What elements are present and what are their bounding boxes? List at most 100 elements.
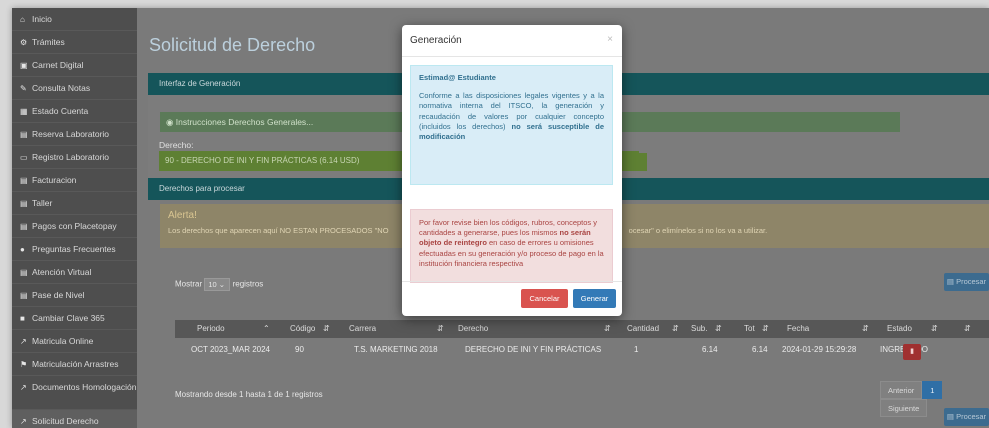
page-title: Solicitud de Derecho <box>149 35 316 55</box>
delete-button[interactable]: ▮ <box>903 344 921 360</box>
sidebar-item-label: Taller <box>32 198 53 208</box>
sort-icon: ⇵ <box>604 324 611 333</box>
derecho-label: Derecho: <box>159 140 194 150</box>
menu-icon: ▤ <box>20 176 28 185</box>
sidebar-item[interactable]: ⌂ Inicio <box>12 8 137 31</box>
info-text: Conforme a las disposiciones legales vig… <box>419 91 604 142</box>
sidebar-item[interactable]: ▤ Facturacion <box>12 169 137 192</box>
sidebar-item-label: Pase de Nivel <box>32 290 85 300</box>
col-fecha[interactable]: Fecha <box>787 320 809 338</box>
alert-message-start: Los derechos que aparecen aquí NO ESTAN … <box>168 226 389 235</box>
col-derecho[interactable]: Derecho <box>458 320 488 338</box>
sidebar-item-label: Inicio <box>32 14 52 24</box>
info-heading: Estimad@ Estudiante <box>419 73 496 82</box>
pager-current[interactable]: 1 <box>922 381 943 399</box>
sidebar-item-label: Matricula Online <box>32 336 94 346</box>
col-sub[interactable]: Sub. <box>691 320 707 338</box>
sidebar-item[interactable]: ✎ Consulta Notas <box>12 77 137 100</box>
sidebar-item-label: Consulta Notas <box>32 83 91 93</box>
menu-icon: ▣ <box>20 61 28 70</box>
menu-icon: ↗ <box>20 417 27 426</box>
table-header: Periodo ⌃ Código ⇵ Carrera ⇵ Derecho ⇵ C… <box>175 320 989 338</box>
menu-icon: ▤ <box>20 199 28 208</box>
sidebar-item-label: Documentos Homologación <box>32 382 137 392</box>
sidebar-item-label: Facturacion <box>32 175 77 185</box>
sidebar-item[interactable]: ↗ Matricula Online <box>12 330 137 353</box>
sidebar-item[interactable]: ▣ Carnet Digital <box>12 54 137 77</box>
menu-icon: ▤ <box>20 222 28 231</box>
sidebar-item[interactable]: ● Preguntas Frecuentes <box>12 238 137 261</box>
generation-modal: Generación × Estimad@ Estudiante Conform… <box>402 25 622 316</box>
sidebar-item[interactable]: ↗ Documentos Homologación <box>12 376 137 410</box>
menu-icon: ▤ <box>20 130 28 139</box>
info-circle-icon: ◉ <box>166 117 176 127</box>
menu-icon: ▤ <box>20 268 28 277</box>
cell-carrera: T.S. MARKETING 2018 <box>354 345 438 354</box>
info-notice: Estimad@ Estudiante Conforme a las dispo… <box>410 65 613 185</box>
menu-icon: ▦ <box>20 107 28 116</box>
menu-icon: ▭ <box>20 153 28 162</box>
sidebar-item[interactable]: ⚑ Matriculación Arrastres <box>12 353 137 376</box>
pager-prev[interactable]: Anterior <box>880 381 923 399</box>
sidebar-item[interactable]: ■ Cambiar Clave 365 <box>12 307 137 330</box>
sort-icon: ⇵ <box>437 324 444 333</box>
sidebar-item-label: Estado Cuenta <box>32 106 89 116</box>
sidebar-item-label: Reserva Laboratorio <box>32 129 110 139</box>
sidebar-item-label: Carnet Digital <box>32 60 84 70</box>
trash-icon: ▮ <box>910 348 914 355</box>
danger-notice: Por favor revise bien los códigos, rubro… <box>410 209 613 283</box>
instructions-label: Instrucciones Derechos Generales... <box>175 117 314 127</box>
sidebar-item-label: Preguntas Frecuentes <box>32 244 116 254</box>
cell-periodo: OCT 2023_MAR 2024 <box>191 345 271 354</box>
sidebar-item[interactable]: ▦ Estado Cuenta <box>12 100 137 123</box>
sort-icon: ⇵ <box>672 324 679 333</box>
sort-icon: ⇵ <box>931 324 938 333</box>
sidebar-item[interactable]: ▭ Registro Laboratorio <box>12 146 137 169</box>
sidebar-item[interactable]: ▤ Pagos con Placetopay <box>12 215 137 238</box>
sort-icon: ⇵ <box>762 324 769 333</box>
sidebar-item[interactable]: ▤ Taller <box>12 192 137 215</box>
danger-text: Por favor revise bien los códigos, rubro… <box>419 218 604 269</box>
process-label: Procesar <box>956 412 987 421</box>
pager-next[interactable]: Siguiente <box>880 399 928 417</box>
sidebar-item[interactable]: ▤ Atención Virtual <box>12 261 137 284</box>
sidebar-item-label: Solicitud Derecho <box>32 416 99 426</box>
col-codigo[interactable]: Código <box>290 320 315 338</box>
process-button-bottom[interactable]: ▤ Procesar <box>944 408 989 426</box>
menu-icon: ↗ <box>20 383 27 392</box>
page-length-select[interactable]: 10 ⌄ <box>204 278 231 291</box>
menu-icon: ▤ <box>20 291 28 300</box>
col-estado[interactable]: Estado <box>887 320 912 338</box>
process-label: Procesar <box>956 277 987 286</box>
menu-icon: ↗ <box>20 337 27 346</box>
modal-title: Generación <box>410 35 462 46</box>
col-carrera[interactable]: Carrera <box>349 320 376 338</box>
sidebar-item[interactable]: ⚙ Trámites <box>12 31 137 54</box>
sidebar-item-label: Pagos con Placetopay <box>32 221 117 231</box>
sidebar-item[interactable]: ▤ Pase de Nivel <box>12 284 137 307</box>
sidebar-item-label: Trámites <box>32 37 65 47</box>
menu-icon: ● <box>20 245 25 254</box>
cancel-button[interactable]: Cancelar <box>521 289 568 308</box>
mostrar-label: Mostrar <box>175 279 203 289</box>
page-length-value: 10 <box>208 280 217 289</box>
sidebar-item[interactable]: ▤ Reserva Laboratorio <box>12 123 137 146</box>
col-periodo[interactable]: Periodo <box>197 320 225 338</box>
save-icon: ▤ <box>946 277 954 286</box>
save-icon: ▤ <box>946 412 954 421</box>
sidebar-item-label: Atención Virtual <box>32 267 92 277</box>
close-icon[interactable]: × <box>607 34 613 45</box>
sort-icon: ⇵ <box>862 324 869 333</box>
col-cantidad[interactable]: Cantidad <box>627 320 659 338</box>
table-row: OCT 2023_MAR 2024 90 T.S. MARKETING 2018… <box>175 339 989 361</box>
generate-button[interactable]: Generar <box>573 289 616 308</box>
process-button-top[interactable]: ▤ Procesar <box>944 273 989 291</box>
menu-icon: ⚑ <box>20 360 28 369</box>
sidebar-item[interactable]: ↗ Solicitud Derecho <box>12 410 137 428</box>
sort-icon: ⇵ <box>715 324 722 333</box>
col-tot[interactable]: Tot <box>744 320 755 338</box>
sidebar-item-label: Matriculación Arrastres <box>32 359 119 369</box>
page-length: Mostrar 10 ⌄ registros <box>175 278 263 291</box>
sort-icon: ⌃ <box>263 324 270 333</box>
cell-codigo: 90 <box>295 345 304 354</box>
